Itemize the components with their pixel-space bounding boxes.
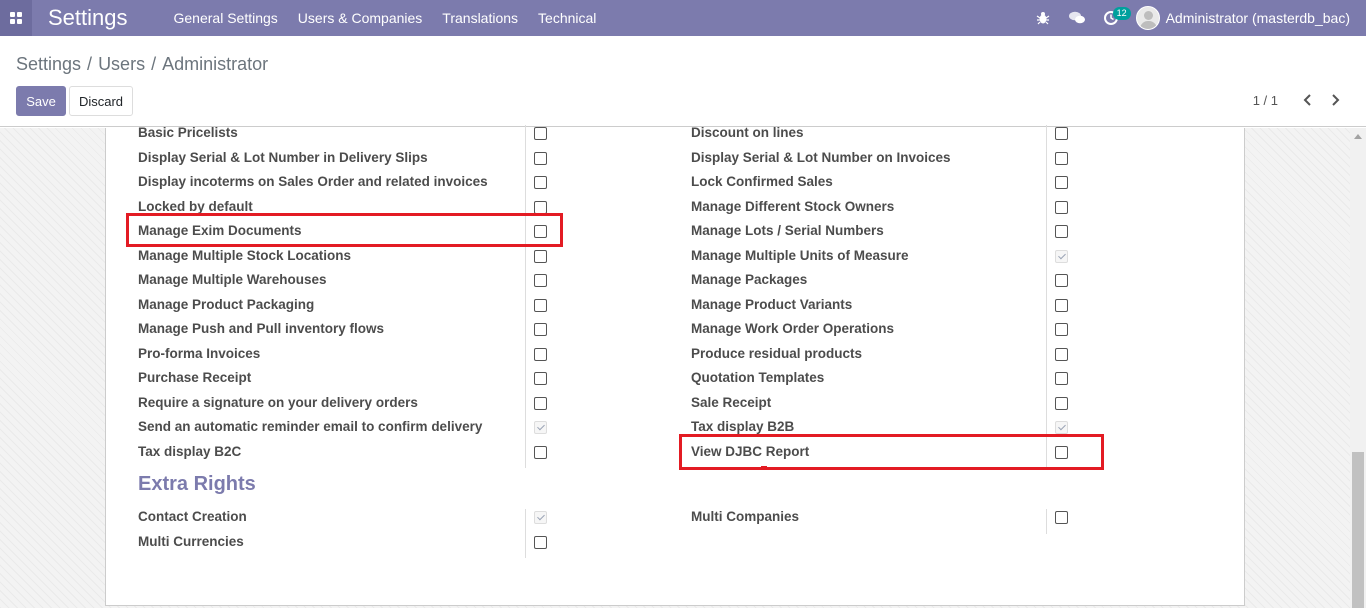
checkbox-multi-currencies[interactable] xyxy=(534,535,547,549)
right-label-multi-currencies: Multi Currencies xyxy=(138,533,244,549)
right-label-produce-residual-products: Produce residual products xyxy=(691,345,863,361)
checkbox-manage-multiple-stock-locations[interactable] xyxy=(534,249,547,263)
right-label-lock-confirmed-sales: Lock Confirmed Sales xyxy=(691,174,833,189)
menu-users-companies[interactable]: Users & Companies xyxy=(288,0,433,36)
user-name: Administrator (masterdb_bac) xyxy=(1165,10,1350,26)
checkbox-require-a-signature-on-your-delivery-orders[interactable] xyxy=(534,396,547,410)
activity-count-badge: 12 xyxy=(1112,7,1131,20)
checkbox-manage-packages[interactable] xyxy=(1055,274,1068,287)
save-button[interactable]: Save xyxy=(16,86,66,116)
right-label-purchase-receipt: Purchase Receipt xyxy=(138,370,252,385)
right-label-display-serial-lot-number-in-delivery-slips: Display Serial & Lot Number in Delivery … xyxy=(138,149,428,165)
breadcrumb-current: Administrator xyxy=(162,54,269,74)
checkbox-manage-push-and-pull-inventory-flows[interactable] xyxy=(534,323,547,336)
right-label-pro-forma-invoices: Pro-forma Invoices xyxy=(138,345,261,361)
chevron-right-icon[interactable] xyxy=(1327,92,1343,108)
right-label-manage-multiple-stock-locations: Manage Multiple Stock Locations xyxy=(138,247,352,263)
checkbox-display-serial-lot-number-in-delivery-slips[interactable] xyxy=(534,151,547,165)
bug-icon[interactable] xyxy=(1026,0,1060,36)
right-label-manage-lots-serial-numbers: Manage Lots / Serial Numbers xyxy=(691,223,884,238)
right-label-tax-display-b2b: Tax display B2B xyxy=(691,419,795,434)
apps-menu-icon[interactable] xyxy=(0,0,32,36)
user-avatar xyxy=(1135,6,1160,30)
breadcrumb-settings[interactable]: Settings xyxy=(16,54,81,74)
checkbox-discount-on-lines[interactable] xyxy=(1055,127,1068,140)
checkbox-produce-residual-products[interactable] xyxy=(1055,347,1068,361)
checkbox-locked-by-default[interactable] xyxy=(534,200,547,214)
right-label-locked-by-default: Locked by default xyxy=(138,198,253,214)
navbar-systray: 12 Administrator (masterdb_bac) xyxy=(1026,0,1366,36)
right-label-tax-display-b2c: Tax display B2C xyxy=(138,443,242,459)
right-label-manage-work-order-operations: Manage Work Order Operations xyxy=(691,321,895,336)
checkbox-manage-product-variants[interactable] xyxy=(1055,298,1068,312)
right-label-manage-product-variants: Manage Product Variants xyxy=(691,296,853,312)
right-label-manage-push-and-pull-inventory-flows: Manage Push and Pull inventory flows xyxy=(138,321,385,336)
right-label-manage-packages: Manage Packages xyxy=(691,272,808,287)
right-label-quotation-templates: Quotation Templates xyxy=(691,370,825,385)
checkbox-send-an-automatic-reminder-email-to-confirm-delivery[interactable] xyxy=(534,421,547,434)
scroll-up-arrow-icon[interactable] xyxy=(1350,128,1366,144)
user-menu[interactable]: Administrator (masterdb_bac) xyxy=(1128,6,1366,30)
checkbox-purchase-receipt[interactable] xyxy=(534,372,547,385)
checkbox-pro-forma-invoices[interactable] xyxy=(534,347,547,361)
checkbox-multi-companies[interactable] xyxy=(1055,511,1068,524)
right-label-contact-creation: Contact Creation xyxy=(138,509,247,524)
checkbox-tax-display-b2c[interactable] xyxy=(534,445,547,459)
breadcrumb-users[interactable]: Users xyxy=(98,54,145,74)
right-label-require-a-signature-on-your-delivery-orders: Require a signature on your delivery ord… xyxy=(138,394,418,410)
extra-rights-title: Extra Rights xyxy=(138,473,256,495)
checkbox-manage-multiple-warehouses[interactable] xyxy=(534,274,547,287)
checkbox-manage-work-order-operations[interactable] xyxy=(1055,323,1068,336)
menu-general-settings[interactable]: General Settings xyxy=(164,0,288,36)
checkbox-basic-pricelists[interactable] xyxy=(534,127,547,140)
right-label-discount-on-lines: Discount on lines xyxy=(691,125,804,140)
right-label-manage-product-packaging: Manage Product Packaging xyxy=(138,296,315,312)
right-label-display-serial-lot-number-on-invoices: Display Serial & Lot Number on Invoices xyxy=(691,149,951,165)
right-label-display-incoterms-on-sales-order-and-related-invoices: Display incoterms on Sales Order and rel… xyxy=(138,174,488,189)
checkbox-manage-lots-serial-numbers[interactable] xyxy=(1055,225,1068,238)
column-separator xyxy=(1046,125,1047,468)
highlight-manage-exim-documents xyxy=(126,213,563,247)
checkbox-display-incoterms-on-sales-order-and-related-invoices[interactable] xyxy=(534,176,547,189)
checkbox-sale-receipt[interactable] xyxy=(1055,396,1068,410)
checkbox-display-serial-lot-number-on-invoices[interactable] xyxy=(1055,151,1068,165)
right-label-basic-pricelists: Basic Pricelists xyxy=(138,125,238,140)
checkbox-tax-display-b2b[interactable] xyxy=(1055,421,1068,434)
breadcrumb: Settings / Users / Administrator xyxy=(16,54,269,74)
top-navbar: Settings General Settings Users & Compan… xyxy=(0,0,1366,36)
highlight-mark xyxy=(761,466,767,470)
right-label-manage-multiple-warehouses: Manage Multiple Warehouses xyxy=(138,272,327,287)
column-separator xyxy=(525,125,526,468)
pager-value: 1 / 1 xyxy=(1252,93,1278,108)
checkbox-contact-creation[interactable] xyxy=(534,511,547,524)
menu-translations[interactable]: Translations xyxy=(432,0,528,36)
right-label-manage-different-stock-owners: Manage Different Stock Owners xyxy=(691,198,895,214)
chevron-left-icon[interactable] xyxy=(1300,92,1316,108)
checkbox-manage-multiple-units-of-measure[interactable] xyxy=(1055,249,1068,263)
checkbox-quotation-templates[interactable] xyxy=(1055,372,1068,385)
right-label-sale-receipt: Sale Receipt xyxy=(691,394,772,410)
scroll-thumb[interactable] xyxy=(1352,452,1364,608)
chat-icon[interactable] xyxy=(1060,0,1094,36)
right-label-multi-companies: Multi Companies xyxy=(691,509,800,524)
column-separator xyxy=(525,509,526,558)
column-separator xyxy=(1046,509,1047,534)
discard-button[interactable]: Discard xyxy=(69,86,133,116)
activity-clock-icon[interactable]: 12 xyxy=(1094,0,1131,36)
checkbox-lock-confirmed-sales[interactable] xyxy=(1055,176,1068,189)
checkbox-manage-product-packaging[interactable] xyxy=(534,298,547,312)
right-label-manage-multiple-units-of-measure: Manage Multiple Units of Measure xyxy=(691,247,909,263)
app-brand[interactable]: Settings xyxy=(48,5,128,31)
right-label-send-an-automatic-reminder-email-to-confirm-delivery: Send an automatic reminder email to conf… xyxy=(138,419,483,434)
form-sheet xyxy=(105,128,1245,606)
highlight-view-djbc-report xyxy=(679,434,1104,470)
control-panel: Settings / Users / Administrator Save Discar… xyxy=(0,36,1366,127)
vertical-scrollbar[interactable] xyxy=(1350,128,1366,608)
menu-technical[interactable]: Technical xyxy=(528,0,606,36)
checkbox-manage-different-stock-owners[interactable] xyxy=(1055,200,1068,214)
